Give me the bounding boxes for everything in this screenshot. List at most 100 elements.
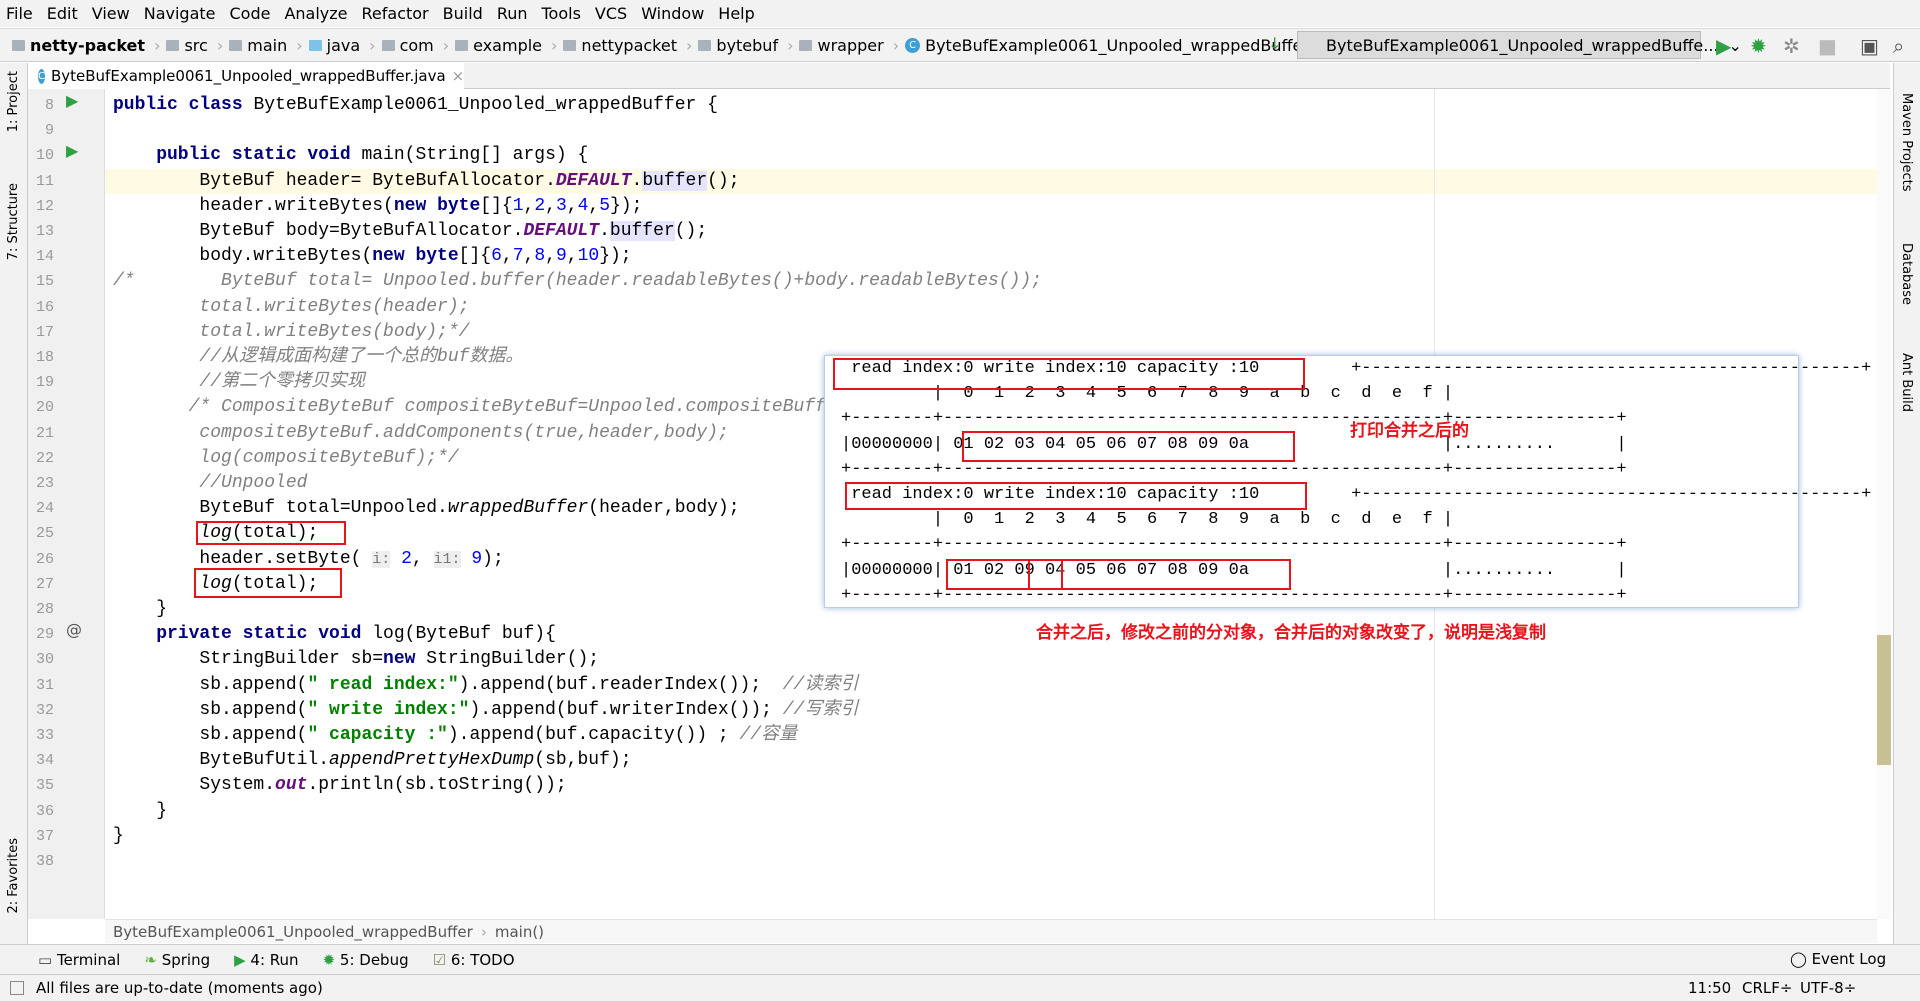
tool-maven[interactable]: Maven Projects	[1899, 93, 1914, 192]
line-number: 35	[35, 777, 54, 795]
event-log-button[interactable]: ◯ Event Log	[1790, 950, 1886, 968]
menu-window[interactable]: Window	[641, 4, 704, 23]
breadcrumb-method[interactable]: main()	[495, 923, 544, 941]
tool-project[interactable]: 1: Project	[6, 71, 21, 132]
code-token: header.setByte(	[113, 548, 373, 569]
breadcrumb-item[interactable]: netty-packet ›	[12, 36, 160, 55]
tool-window-label: Spring	[161, 950, 211, 969]
search-icon[interactable]: ⌕	[1893, 34, 1904, 58]
code-token: 5	[599, 195, 610, 216]
code-token: ,	[566, 246, 578, 267]
code-line: ByteBufUtil.appendPrettyHexDump(sb,buf);	[105, 748, 1877, 773]
menu-view[interactable]: View	[92, 4, 130, 23]
tool-window-5-debug[interactable]: ✹ 5: Debug	[323, 951, 409, 969]
tab-file[interactable]: C ByteBufExample0061_Unpooled_wrappedBuf…	[28, 63, 464, 89]
breadcrumb-item[interactable]: wrapper ›	[799, 36, 899, 55]
breadcrumb-item[interactable]: java ›	[308, 35, 376, 55]
breadcrumb-label: src	[184, 35, 208, 55]
tab-label: ByteBufExample0061_Unpooled_wrappedBuffe…	[50, 67, 446, 85]
breadcrumb-class[interactable]: ByteBufExample0061_Unpooled_wrappedBuffe…	[113, 923, 473, 941]
code-token: ).append(buf.readerIndex());	[458, 674, 783, 695]
line-number: 18	[35, 349, 54, 366]
breadcrumb-label: java	[326, 35, 361, 55]
sort-icon[interactable]: ↓	[1268, 34, 1281, 53]
run-icon[interactable]: ▶	[1716, 34, 1731, 58]
event-log-label: Event Log	[1811, 950, 1887, 968]
menu-analyze[interactable]: Analyze	[284, 4, 347, 23]
breadcrumb-item[interactable]: C ByteBufExample0061_Unpooled_wrappedBuff…	[905, 36, 1324, 55]
code-token: total.writeBytes(body);*/	[113, 321, 470, 342]
scrollbar-thumb[interactable]	[1877, 635, 1891, 765]
line-number: 30	[35, 651, 54, 669]
code-token: " capacity :"	[307, 725, 448, 745]
line-separator[interactable]: CRLF÷	[1742, 979, 1792, 997]
override-gutter-icon[interactable]: @	[66, 620, 82, 639]
tool-window-spring[interactable]: ❧ Spring	[144, 951, 210, 969]
code-token: System.	[113, 775, 276, 796]
code-line: public static void main(String[] args) {	[105, 143, 1877, 168]
menu-tools[interactable]: Tools	[542, 4, 581, 23]
breadcrumb-item[interactable]: example ›	[455, 36, 557, 55]
caret-position[interactable]: 11:50	[1688, 979, 1731, 997]
menu-vcs[interactable]: VCS	[595, 4, 627, 23]
chevron-right-icon: ›	[296, 35, 303, 55]
code-token: buffer	[609, 221, 675, 241]
line-number: 26	[35, 550, 54, 568]
line-number: 22	[35, 449, 54, 467]
breadcrumb-item[interactable]: nettypacket ›	[563, 36, 692, 55]
tool-window-6-todo[interactable]: ☑ 6: TODO	[433, 951, 515, 969]
breadcrumb-item[interactable]: bytebuf ›	[698, 36, 793, 55]
menu-run[interactable]: Run	[497, 4, 528, 23]
run-configuration-select[interactable]: ByteBufExample0061_Unpooled_wrappedBuffe…	[1297, 31, 1742, 59]
code-token: new byte	[372, 246, 459, 267]
code-token: 10	[577, 246, 600, 267]
run-gutter-icon[interactable]: ▶	[66, 141, 78, 160]
debug-icon[interactable]: ✹	[1750, 34, 1767, 58]
toggle-tool-windows-icon[interactable]	[10, 981, 24, 995]
code-token: DEFAULT	[523, 221, 600, 241]
tool-window-terminal[interactable]: ▭ Terminal	[38, 951, 120, 969]
menu-refactor[interactable]: Refactor	[362, 4, 429, 23]
breadcrumb-item[interactable]: main ›	[229, 35, 303, 55]
code-line: /* ByteBuf total= Unpooled.buffer(header…	[105, 269, 1877, 294]
tool-ant-build[interactable]: Ant Build	[1899, 353, 1914, 412]
line-number: 27	[35, 575, 54, 593]
code-token: 9	[471, 548, 483, 569]
line-number: 11	[35, 172, 54, 190]
class-icon: C	[905, 37, 921, 53]
tool-window-label: 6: TODO	[450, 950, 515, 969]
code-token: //第二个零拷贝实现	[113, 372, 366, 393]
menu-help[interactable]: Help	[718, 4, 754, 23]
code-token: ,	[411, 548, 434, 569]
menu-build[interactable]: Build	[443, 4, 483, 23]
code-line: StringBuilder sb=new StringBuilder();	[105, 647, 1877, 672]
menu-navigate[interactable]: Navigate	[144, 4, 216, 23]
tool-database[interactable]: Database	[1899, 243, 1914, 305]
code-token: sb.append(	[113, 699, 308, 720]
code-token: compositeByteBuf.addComponents(true,head…	[113, 422, 729, 443]
line-number: 23	[35, 475, 54, 492]
menu-edit[interactable]: Edit	[47, 4, 78, 23]
highlight-box-log2	[194, 568, 342, 598]
code-token: out	[275, 775, 308, 796]
close-icon[interactable]: ×	[452, 67, 465, 85]
code-token: ,	[501, 246, 513, 267]
tool-favorites[interactable]: 2: Favorites	[6, 838, 21, 914]
stop-icon[interactable]: ■	[1818, 34, 1837, 58]
coverage-icon[interactable]: ✲	[1783, 34, 1800, 58]
project-structure-icon[interactable]: ▣	[1860, 34, 1879, 58]
line-number: 34	[35, 752, 54, 770]
editor-scrollbar[interactable]	[1877, 89, 1891, 919]
tool-structure[interactable]: 7: Structure	[6, 183, 21, 260]
breadcrumb-item[interactable]: com ›	[381, 36, 449, 55]
run-gutter-icon[interactable]: ▶	[66, 91, 78, 110]
code-token: sb.append(	[113, 725, 308, 745]
menu-file[interactable]: File	[6, 4, 33, 23]
tool-window-4-run[interactable]: ▶ 4: Run	[234, 951, 298, 969]
menu-code[interactable]: Code	[230, 4, 271, 23]
line-number: 25	[35, 525, 54, 543]
breadcrumb-item[interactable]: src ›	[166, 36, 223, 55]
line-number: 38	[35, 853, 54, 870]
file-encoding[interactable]: UTF-8÷	[1800, 979, 1856, 997]
